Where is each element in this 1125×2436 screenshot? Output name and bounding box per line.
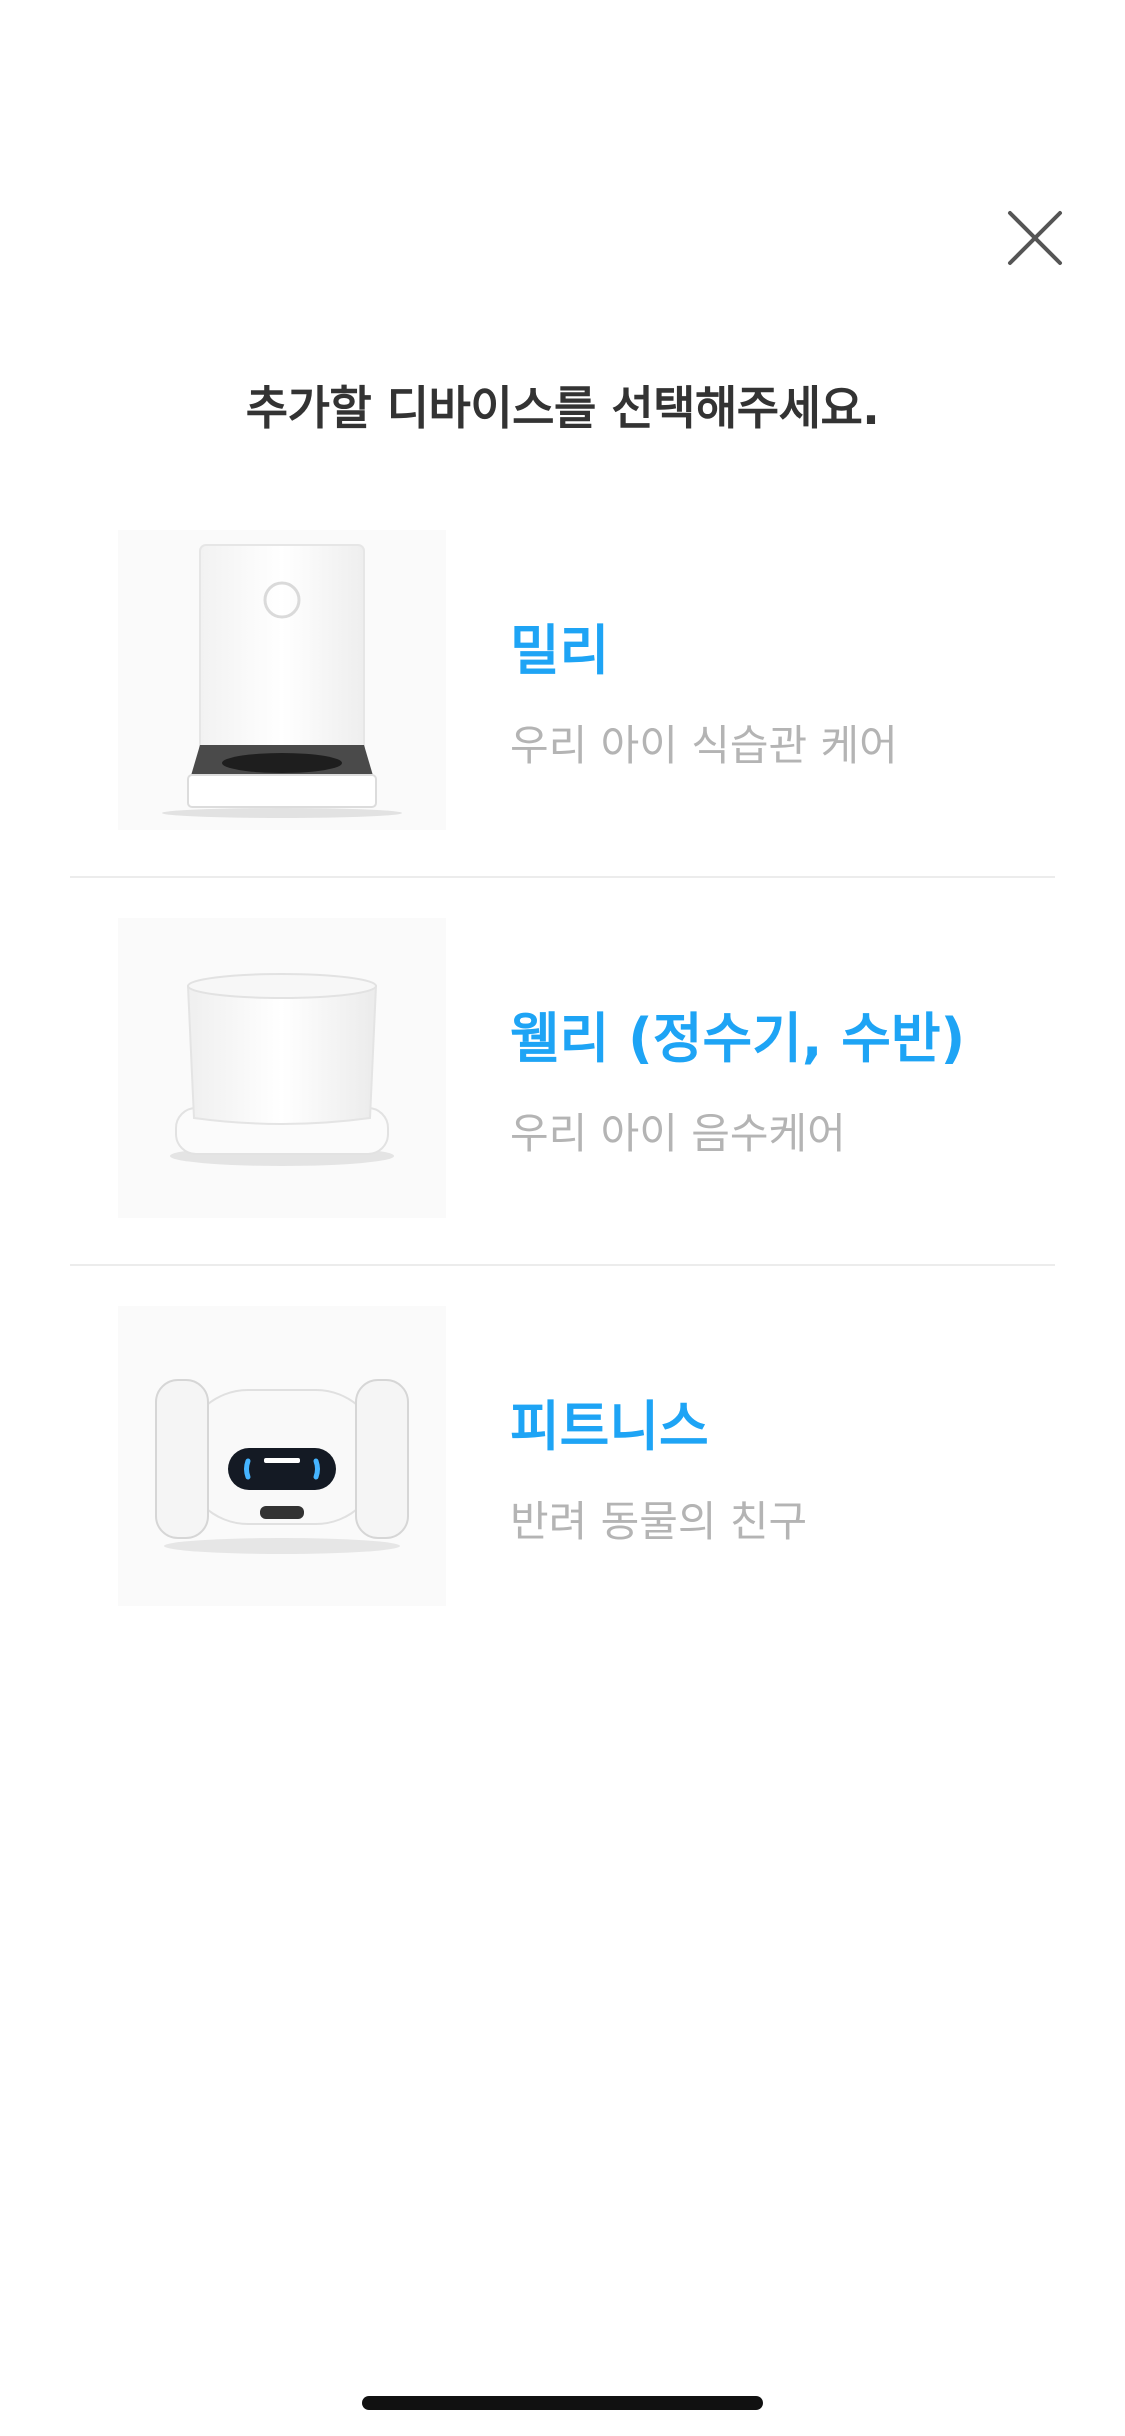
device-item-welly[interactable]: 웰리 (정수기, 수반) 우리 아이 음수케어 — [70, 878, 1055, 1266]
page-title: 추가할 디바이스를 선택해주세요. — [245, 381, 880, 435]
pet-robot-image — [118, 1306, 446, 1606]
close-icon — [1008, 211, 1062, 265]
device-description: 우리 아이 음수케어 — [510, 1109, 846, 1158]
device-description: 우리 아이 식습관 케어 — [510, 721, 898, 770]
device-name: 웰리 (정수기, 수반) — [510, 1007, 966, 1070]
feeder-image — [118, 530, 446, 830]
device-name: 피트니스 — [510, 1395, 709, 1458]
home-indicator[interactable] — [362, 2396, 763, 2410]
water-fountain-image — [118, 918, 446, 1218]
device-description: 반려 동물의 친구 — [510, 1497, 808, 1546]
device-item-milly[interactable]: 밀리 우리 아이 식습관 케어 — [70, 490, 1055, 878]
device-item-fitness[interactable]: 피트니스 반려 동물의 친구 — [70, 1266, 1055, 1652]
device-name: 밀리 — [510, 619, 610, 682]
close-button[interactable] — [1000, 203, 1070, 273]
device-list: 밀리 우리 아이 식습관 케어 웰리 (정수기, 수반) 우리 아이 음수케어 — [70, 490, 1055, 1652]
